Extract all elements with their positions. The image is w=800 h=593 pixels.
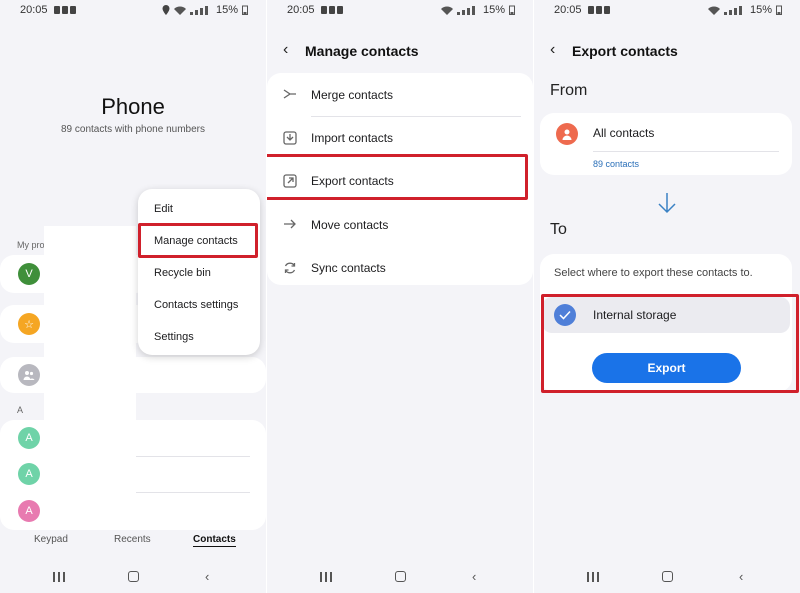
recents-nav-icon[interactable] [587, 572, 599, 582]
select-prompt: Select where to export these contacts to… [554, 267, 753, 279]
redaction-block [44, 226, 136, 520]
overflow-menu: Edit Manage contacts Recycle bin Contact… [138, 189, 260, 355]
wifi-icon [707, 6, 720, 15]
row-divider [136, 492, 250, 493]
status-time: 20:05 [287, 4, 315, 16]
location-icon [162, 5, 170, 15]
page-title: Export contacts [572, 43, 678, 59]
row-divider [593, 151, 779, 152]
status-bar: 20:05 15% [0, 0, 266, 22]
wifi-icon [173, 6, 186, 15]
avatar: V [18, 263, 40, 285]
home-nav-icon[interactable] [128, 571, 139, 582]
signal-icon [723, 5, 746, 15]
signal-icon [189, 5, 212, 15]
move-contacts-label: Move contacts [311, 218, 389, 232]
page-title: Phone [101, 94, 165, 119]
section-letter-a: A [17, 405, 24, 415]
groups-icon [18, 364, 40, 386]
status-bar: 20:05 15% [267, 0, 533, 22]
menu-item-settings[interactable]: Settings [154, 331, 194, 343]
highlight-box [541, 294, 799, 393]
arrow-down-icon [658, 193, 676, 214]
bottom-tab-bar: Keypad Recents Contacts [0, 534, 266, 550]
battery-icon [776, 5, 782, 15]
system-nav-bar: ‹ [0, 570, 266, 584]
phone-contacts-screen: 20:05 15% Phone 89 contacts with phone n… [0, 0, 266, 593]
manage-contacts-screen: 20:05 15% ‹ Manage contacts Merge contac… [267, 0, 533, 593]
home-nav-icon[interactable] [662, 571, 673, 582]
row-divider [311, 116, 521, 117]
import-icon [283, 131, 297, 145]
menu-item-edit[interactable]: Edit [154, 203, 173, 215]
recents-nav-icon[interactable] [320, 572, 332, 582]
battery-percent: 15% [215, 4, 238, 16]
back-arrow-icon[interactable]: ‹ [550, 42, 555, 58]
star-icon: ☆ [18, 313, 40, 335]
row-divider [136, 456, 250, 457]
status-right: 15% [440, 4, 515, 16]
import-contacts-label: Import contacts [311, 131, 394, 145]
merge-icon [283, 89, 296, 99]
wifi-icon [440, 6, 453, 15]
menu-item-recycle-bin[interactable]: Recycle bin [154, 267, 211, 279]
sync-icon [284, 262, 296, 274]
notification-icons [54, 5, 78, 15]
recents-nav-icon[interactable] [53, 572, 65, 582]
export-contacts-screen: 20:05 15% ‹ Export contacts From All con… [534, 0, 800, 593]
battery-icon [242, 5, 248, 15]
highlight-box [138, 223, 258, 258]
back-nav-icon[interactable]: ‹ [205, 570, 209, 583]
notification-icons [321, 5, 345, 15]
signal-icon [456, 5, 479, 15]
contact-avatar[interactable]: A [18, 500, 40, 522]
notification-icons [588, 5, 612, 15]
battery-icon [509, 5, 515, 15]
source-count: 89 contacts [593, 159, 640, 169]
sync-contacts-label: Sync contacts [311, 261, 386, 275]
system-nav-bar: ‹ [534, 570, 800, 584]
contact-avatar[interactable]: A [18, 427, 40, 449]
system-nav-bar: ‹ [267, 570, 533, 584]
contacts-count-subtitle: 89 contacts with phone numbers [61, 124, 205, 135]
tab-contacts[interactable]: Contacts [193, 534, 236, 547]
tab-keypad[interactable]: Keypad [34, 534, 68, 545]
status-time: 20:05 [554, 4, 582, 16]
person-icon [556, 123, 578, 145]
status-bar: 20:05 15% [534, 0, 800, 22]
merge-contacts-label: Merge contacts [311, 88, 394, 102]
home-nav-icon[interactable] [395, 571, 406, 582]
status-time: 20:05 [20, 4, 48, 16]
back-arrow-icon[interactable]: ‹ [283, 42, 288, 58]
status-right: 15% [162, 4, 248, 16]
highlight-box [267, 154, 528, 200]
contact-avatar[interactable]: A [18, 463, 40, 485]
status-right: 15% [707, 4, 782, 16]
battery-percent: 15% [749, 4, 772, 16]
back-nav-icon[interactable]: ‹ [739, 570, 743, 583]
to-label: To [550, 221, 567, 238]
tab-recents[interactable]: Recents [114, 534, 151, 545]
battery-percent: 15% [482, 4, 505, 16]
source-card[interactable]: All contacts 89 contacts [540, 113, 792, 175]
source-name: All contacts [593, 126, 655, 140]
menu-item-contacts-settings[interactable]: Contacts settings [154, 299, 238, 311]
back-nav-icon[interactable]: ‹ [472, 570, 476, 583]
move-arrow-icon [284, 219, 296, 229]
from-label: From [550, 82, 588, 99]
page-title: Manage contacts [305, 43, 419, 59]
